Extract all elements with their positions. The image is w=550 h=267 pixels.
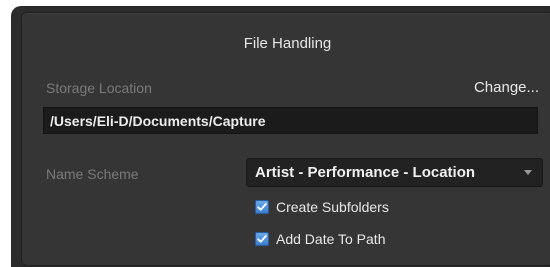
preferences-window: File Handling Storage Location Change...…: [11, 6, 550, 267]
checkmark-icon: [255, 232, 269, 246]
checkmark-icon: [255, 200, 269, 214]
storage-path-field[interactable]: /Users/Eli-D/Documents/Capture: [43, 107, 538, 134]
name-scheme-value: Artist - Performance - Location: [255, 164, 476, 181]
create-subfolders-label: Create Subfolders: [276, 199, 389, 215]
file-handling-panel: File Handling Storage Location Change...…: [21, 12, 550, 266]
name-scheme-label: Name Scheme: [46, 166, 139, 182]
chevron-down-icon: [524, 170, 532, 175]
storage-location-label: Storage Location: [46, 80, 152, 96]
section-title: File Handling: [243, 35, 332, 52]
name-scheme-select[interactable]: Artist - Performance - Location: [246, 158, 543, 187]
change-button[interactable]: Change...: [474, 79, 539, 96]
add-date-to-path-label: Add Date To Path: [276, 231, 386, 247]
